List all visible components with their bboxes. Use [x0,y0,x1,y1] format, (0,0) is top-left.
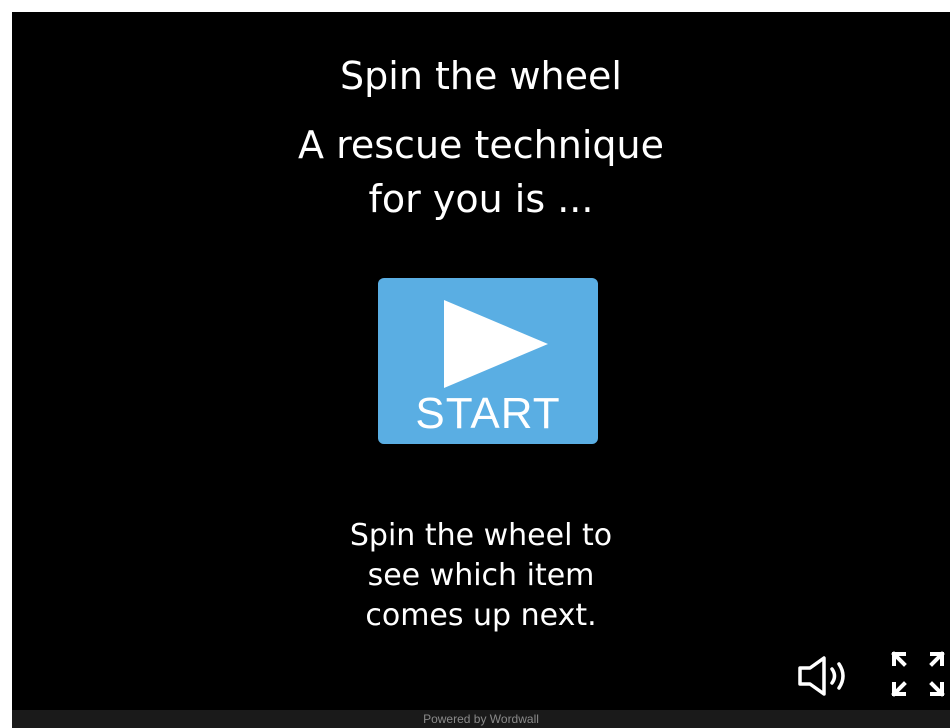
start-button[interactable]: START [378,278,598,444]
fullscreen-icon [891,651,945,697]
instructions-text: Spin the wheel to see which item comes u… [12,516,950,636]
question-line-1: A rescue technique [298,123,664,167]
instructions-line: comes up next. [365,598,597,633]
instructions-line: see which item [367,558,595,593]
game-stage: Spin the wheel A rescue technique for yo… [12,12,950,710]
instructions-line: Spin the wheel to [349,518,613,553]
fullscreen-button[interactable] [890,650,946,698]
activity-title: Spin the wheel [340,54,622,98]
speaker-icon [798,656,845,696]
start-label: START [415,389,561,438]
sound-button[interactable] [792,652,856,700]
footer-credit: Powered by Wordwall [12,710,950,728]
question-line-2: for you is ... [368,177,594,221]
play-icon [444,300,548,388]
